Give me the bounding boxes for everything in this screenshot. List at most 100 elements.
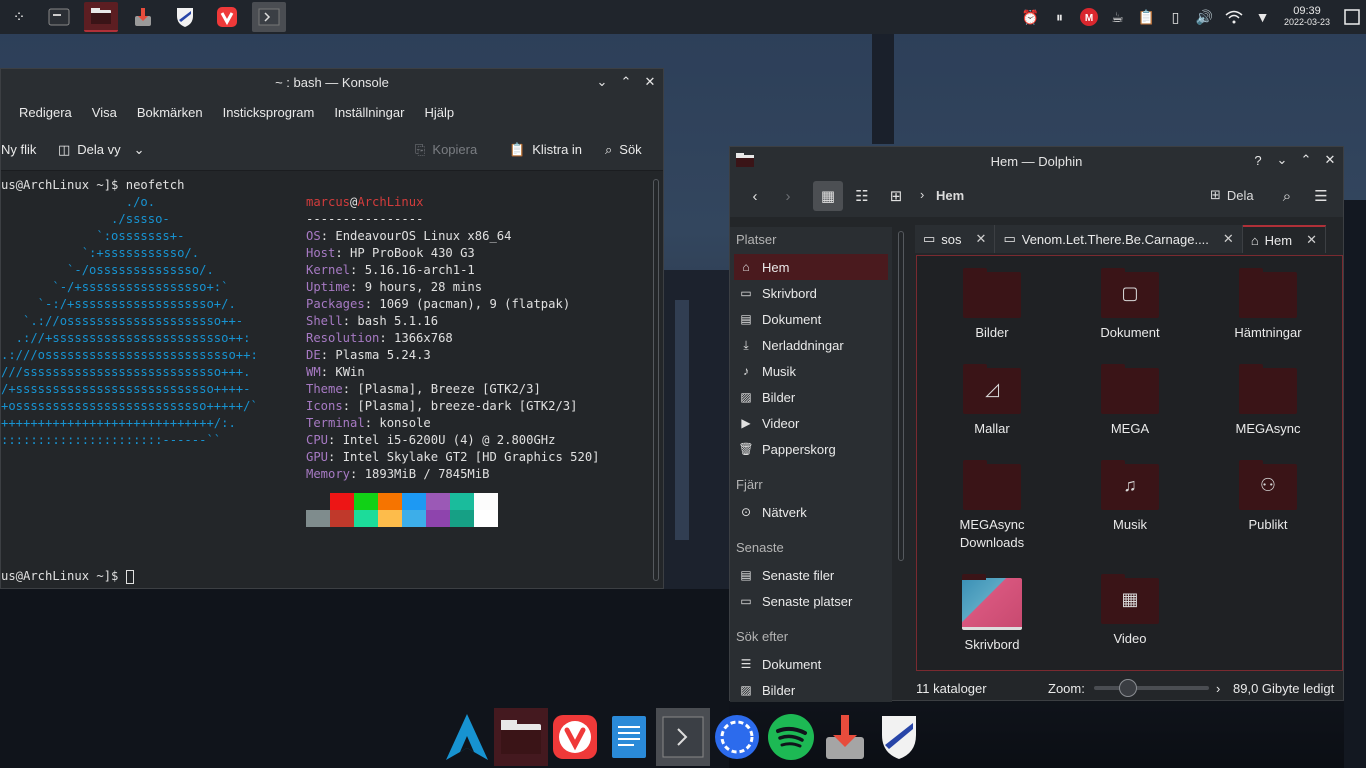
close-icon[interactable]: ✕ <box>643 74 657 90</box>
logo-line: ///sssssssssssssssssssssssssso+++. <box>1 365 251 379</box>
info-line: Icons: [Plasma], breeze-dark [GTK2/3] <box>306 398 578 415</box>
sidebar-item[interactable]: ▨ Bilder <box>734 677 888 703</box>
hamburger-menu-icon[interactable]: ☰ <box>1306 181 1336 211</box>
zoom-slider[interactable] <box>1094 679 1209 697</box>
clipboard-icon[interactable]: 📋 <box>1132 0 1161 34</box>
show-desktop-icon[interactable] <box>1337 0 1366 34</box>
folder-item[interactable]: ♫ Musik <box>1075 460 1185 534</box>
sidebar-item[interactable]: ▭ Senaste platser <box>734 588 888 614</box>
compact-view-icon[interactable]: ☷ <box>847 181 877 211</box>
terminal-scrollbar[interactable] <box>653 179 659 581</box>
folder-symbol-icon: ⚇ <box>1259 475 1277 495</box>
folder-item[interactable]: Hämtningar <box>1213 268 1323 342</box>
search-button[interactable]: ⌕ Sök <box>605 142 642 158</box>
menu-view[interactable]: Visa <box>92 105 117 120</box>
signal-dock-icon[interactable] <box>710 708 764 766</box>
maximize-icon[interactable]: ⌃ <box>619 74 633 90</box>
zoom-slider-handle[interactable] <box>1119 679 1137 697</box>
help-icon[interactable]: ? <box>1251 153 1265 168</box>
installer-app-icon[interactable] <box>126 2 160 32</box>
sidebar-item[interactable]: ▨ Bilder <box>734 384 888 410</box>
copy-button[interactable]: ⎘ Kopiera <box>415 142 477 158</box>
close-tab-icon[interactable]: ✕ <box>1306 232 1317 248</box>
dolphin-dock-icon[interactable] <box>494 707 548 766</box>
shield-dock-icon[interactable] <box>872 708 926 766</box>
sidebar-item[interactable]: ▭ Skrivbord <box>734 280 888 306</box>
terminal-output[interactable]: us@ArchLinux ~]$ neofetch ./o. ./sssso- … <box>1 173 649 588</box>
sidebar-item-label: Videor <box>762 415 800 431</box>
paste-button[interactable]: 📋 Klistra in <box>509 142 582 158</box>
back-icon[interactable]: ‹ <box>740 181 770 211</box>
forward-icon[interactable]: › <box>773 181 803 211</box>
arch-icon[interactable] <box>440 708 494 766</box>
arrow-down-icon[interactable]: ▼ <box>1248 0 1277 34</box>
terminal-app-icon[interactable] <box>42 2 76 32</box>
folder-item[interactable]: ⚇ Publikt <box>1213 460 1323 534</box>
close-tab-icon[interactable]: ✕ <box>1223 231 1234 247</box>
folder-item[interactable]: ◿ Mallar <box>937 364 1047 438</box>
folder-item[interactable]: ▢ Dokument <box>1075 268 1185 342</box>
places-scrollbar[interactable] <box>898 231 904 561</box>
sidebar-item[interactable]: ♪ Musik <box>734 358 888 384</box>
folder-item[interactable]: MEGAsync Downloads <box>937 460 1047 552</box>
mega-icon[interactable]: M <box>1074 0 1103 34</box>
coffee-icon[interactable]: ☕ <box>1103 0 1132 34</box>
sidebar-item[interactable]: ⊙ Nätverk <box>734 499 888 525</box>
tab[interactable]: ▭ sos ✕ <box>915 225 996 253</box>
volume-icon[interactable]: 🔊 <box>1190 0 1219 34</box>
menu-plugins[interactable]: Insticksprogram <box>223 105 315 120</box>
minimize-icon[interactable]: ⌄ <box>595 74 609 90</box>
console-app-icon[interactable] <box>252 2 286 32</box>
details-view-icon[interactable]: ⊞ <box>881 181 911 211</box>
logo-line: `-:/+sssssssssssssssssso+/. <box>1 297 236 311</box>
vivaldi-app-icon[interactable] <box>210 2 244 32</box>
minimize-icon[interactable]: ⌄ <box>1275 152 1289 168</box>
recent-files-icon: ▤ <box>740 568 752 582</box>
icons-view-icon[interactable]: ▦ <box>813 181 843 211</box>
split-view-button[interactable]: ◫ Dela vy ⌄ <box>58 142 145 158</box>
sidebar-item[interactable]: ▤ Senaste filer <box>734 562 888 588</box>
file-view[interactable]: Bilder ▢ Dokument Hämtningar ◿ Mallar MEGA MEGA… <box>916 255 1343 671</box>
spotify-dock-icon[interactable] <box>764 708 818 766</box>
folder-item[interactable]: ▦ Video <box>1075 574 1185 648</box>
menu-bookmarks[interactable]: Bokmärken <box>137 105 203 120</box>
menu-settings[interactable]: Inställningar <box>334 105 404 120</box>
clock[interactable]: 09:39 2022-03-23 <box>1277 6 1337 28</box>
writer-dock-icon[interactable] <box>602 708 656 766</box>
sidebar-item[interactable]: 🗑 Papperskorg <box>734 436 888 462</box>
pause-icon[interactable]: ⏸ <box>1045 0 1074 34</box>
info-value: : Intel i5-6200U (4) @ 2.800GHz <box>328 433 556 447</box>
sidebar-item[interactable]: ⌂ Hem <box>734 254 888 280</box>
vivaldi-dock-icon[interactable] <box>548 708 602 766</box>
installer-dock-icon[interactable] <box>818 708 872 766</box>
folder-item[interactable]: Bilder <box>937 268 1047 342</box>
share-button[interactable]: ⊞ Dela <box>1210 187 1254 203</box>
free-space[interactable]: 89,0 Gibyte ledigt <box>1233 681 1334 696</box>
folder-item[interactable]: MEGAsync <box>1213 364 1323 438</box>
close-tab-icon[interactable]: ✕ <box>976 231 987 247</box>
sidebar-item[interactable]: ☰ Dokument <box>734 651 888 677</box>
close-icon[interactable]: ✕ <box>1323 152 1337 168</box>
sidebar-item[interactable]: ▶ Videor <box>734 410 888 436</box>
new-tab-button[interactable]: Ny flik <box>1 142 36 157</box>
battery-icon[interactable]: ▯ <box>1161 0 1190 34</box>
sidebar-item[interactable]: ⤓ Nerladdningar <box>734 332 888 358</box>
konsole-titlebar[interactable]: ~ : bash — Konsole ⌄ ⌃ ✕ <box>1 69 663 95</box>
shield-app-icon[interactable] <box>168 2 202 32</box>
folder-item[interactable]: Skrivbord <box>937 574 1047 654</box>
menu-edit[interactable]: Redigera <box>19 105 72 120</box>
maximize-icon[interactable]: ⌃ <box>1299 152 1313 168</box>
wifi-icon[interactable] <box>1219 0 1248 34</box>
dolphin-app-icon[interactable] <box>84 2 118 32</box>
tab[interactable]: ▭ Venom.Let.There.Be.Carnage.... ✕ <box>995 225 1243 253</box>
kde-launcher-icon[interactable]: ⁘ <box>0 0 38 34</box>
folder-item[interactable]: MEGA <box>1075 364 1185 438</box>
menu-help[interactable]: Hjälp <box>424 105 454 120</box>
dolphin-titlebar[interactable]: Hem — Dolphin ? ⌄ ⌃ ✕ <box>730 147 1343 175</box>
terminal-dock-icon[interactable] <box>656 707 710 766</box>
search-icon[interactable]: ⌕ <box>1272 181 1302 211</box>
sidebar-item[interactable]: ▤ Dokument <box>734 306 888 332</box>
tab[interactable]: ⌂ Hem ✕ <box>1242 225 1327 253</box>
alarm-icon[interactable]: ⏰ <box>1016 0 1045 34</box>
breadcrumb-location[interactable]: Hem <box>936 188 964 203</box>
